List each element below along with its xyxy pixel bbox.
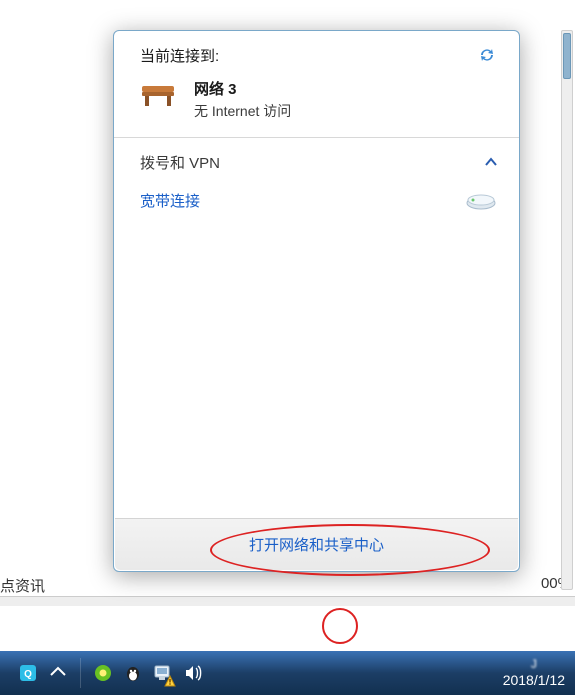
popup-footer: 打开网络和共享中心: [115, 518, 518, 570]
svg-text:Q: Q: [24, 669, 32, 680]
background-text-fragment: 点资讯: [0, 575, 45, 596]
tray-separator: [80, 658, 81, 688]
connection-label: 宽带连接: [140, 190, 200, 211]
popup-title: 当前连接到:: [140, 45, 219, 66]
tray-network-icon[interactable]: [153, 663, 173, 683]
taskbar: Q J 2018/: [0, 651, 575, 695]
broadband-connection-item[interactable]: 宽带连接: [114, 173, 519, 211]
network-flyout: 当前连接到: 网络 3 无 Internet 访问: [113, 30, 520, 572]
tray-penguin-icon[interactable]: [123, 663, 143, 683]
network-name: 网络 3: [194, 78, 291, 99]
modem-icon: [465, 189, 497, 211]
browser-status-strip: [0, 596, 575, 606]
section-title: 拨号和 VPN: [140, 152, 220, 173]
network-category-icon: [140, 78, 180, 110]
annotation-ellipse-tray-network: [322, 608, 358, 644]
network-status: 无 Internet 访问: [194, 101, 291, 121]
tray-app-icon[interactable]: Q: [18, 663, 38, 683]
taskbar-clock[interactable]: J 2018/1/12: [503, 657, 565, 688]
clock-time: J: [503, 657, 565, 671]
clock-date: 2018/1/12: [503, 672, 565, 688]
tray-volume-icon[interactable]: [183, 663, 203, 683]
scrollbar-thumb[interactable]: [563, 33, 571, 79]
alert-badge-icon: [164, 674, 176, 686]
refresh-icon[interactable]: [477, 45, 497, 65]
open-network-center-link[interactable]: 打开网络和共享中心: [249, 534, 384, 555]
tray-safe-icon[interactable]: [93, 663, 113, 683]
tray-overflow-chevron-icon[interactable]: [48, 663, 68, 683]
dialup-vpn-section-header[interactable]: 拨号和 VPN: [114, 138, 519, 173]
vertical-scrollbar[interactable]: [561, 30, 573, 590]
chevron-up-icon: [485, 156, 497, 170]
